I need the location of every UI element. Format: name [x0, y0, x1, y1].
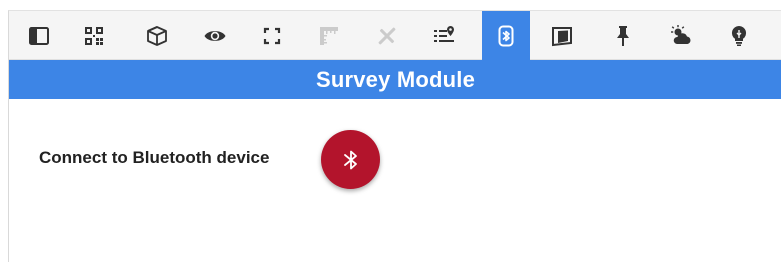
toolbar-button-pin[interactable]	[599, 11, 647, 60]
app-frame: Survey Module Connect to Bluetooth devic…	[8, 10, 781, 262]
sidebar-icon	[29, 26, 49, 45]
toolbar-button-3d-view[interactable]	[133, 11, 181, 60]
pin-icon	[617, 25, 629, 46]
ruler-icon	[320, 26, 338, 45]
bluetooth-device-icon	[498, 25, 514, 46]
eye-icon	[204, 30, 226, 41]
connect-bluetooth-label: Connect to Bluetooth device	[39, 148, 270, 167]
toolbar-button-survey-module[interactable]	[482, 11, 530, 60]
toolbar-button-weather[interactable]	[657, 11, 705, 60]
toolbar-button-sidebar[interactable]	[15, 11, 63, 60]
measure-tools-icon	[378, 27, 396, 44]
toolbar-button-map-list[interactable]	[420, 11, 468, 60]
map-list-icon	[434, 25, 454, 42]
panel-3d-icon	[552, 26, 572, 46]
toolbar-button-measure-tools[interactable]	[363, 11, 411, 60]
weather-icon	[671, 24, 691, 44]
toolbar-button-visibility[interactable]	[191, 11, 239, 60]
bluetooth-icon	[343, 150, 357, 169]
toolbar-button-tips[interactable]	[715, 11, 763, 60]
cube-icon	[147, 25, 167, 46]
module-title-bar: Survey Module	[9, 60, 781, 99]
toolbar	[9, 11, 781, 60]
qr-code-icon	[85, 26, 103, 45]
connect-bluetooth-button[interactable]	[321, 130, 380, 189]
fullscreen-icon	[263, 27, 281, 44]
toolbar-button-qr-code[interactable]	[70, 11, 118, 60]
toolbar-button-fullscreen[interactable]	[248, 11, 296, 60]
toolbar-button-ruler[interactable]	[305, 11, 353, 60]
module-title: Survey Module	[315, 66, 476, 92]
toolbar-button-3d-panel[interactable]	[538, 11, 586, 60]
lightbulb-icon	[731, 25, 747, 46]
